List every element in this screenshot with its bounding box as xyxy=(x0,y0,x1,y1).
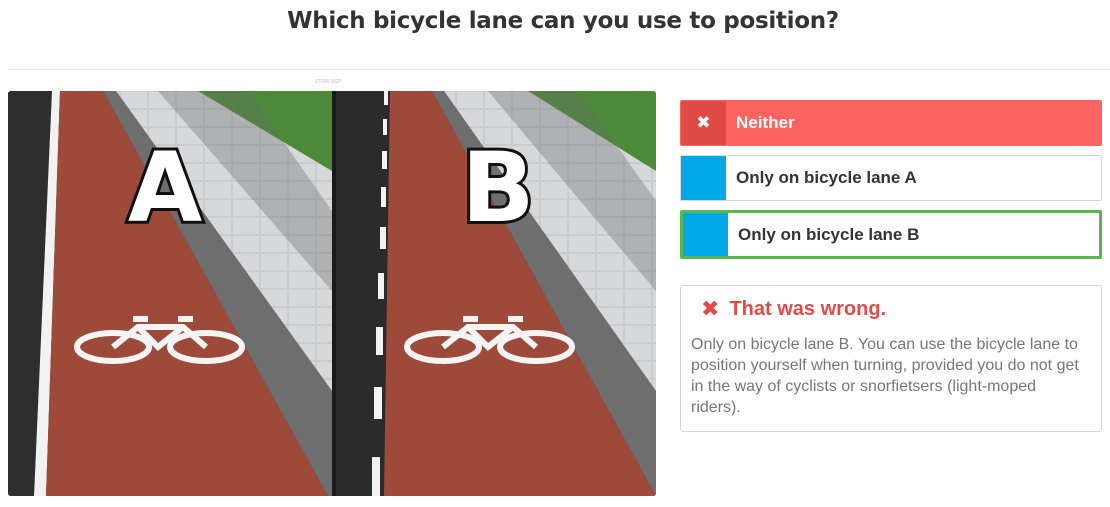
feedback-title: That was wrong. xyxy=(729,298,887,320)
answer-neither[interactable]: ✖ Neither xyxy=(680,100,1102,146)
question-title: Which bicycle lane can you use to positi… xyxy=(287,8,839,34)
answer-marker xyxy=(681,156,726,200)
feedback-panel: ✖ That was wrong. Only on bicycle lane B… xyxy=(680,285,1102,432)
close-icon: ✖ xyxy=(701,296,720,322)
answer-marker xyxy=(683,213,728,256)
answer-list: ✖ Neither Only on bicycle lane A Only on… xyxy=(680,100,1102,268)
answer-label: Only on bicycle lane B xyxy=(738,224,920,244)
divider xyxy=(8,69,1110,70)
answer-lane-b[interactable]: Only on bicycle lane B xyxy=(680,210,1102,259)
close-icon: ✖ xyxy=(681,101,726,145)
feedback-header: ✖ That was wrong. xyxy=(701,298,1089,321)
question-image: A B xyxy=(8,91,656,496)
feedback-explanation: Only on bicycle lane B. You can use the … xyxy=(691,336,1079,416)
lane-letter-b: B xyxy=(461,132,534,244)
answer-label: Neither xyxy=(736,113,795,132)
answer-lane-a[interactable]: Only on bicycle lane A xyxy=(680,155,1102,201)
answer-label: Only on bicycle lane A xyxy=(736,168,917,187)
image-caption: 27094 5827 xyxy=(315,79,342,85)
lane-letter-a: A xyxy=(128,132,202,244)
